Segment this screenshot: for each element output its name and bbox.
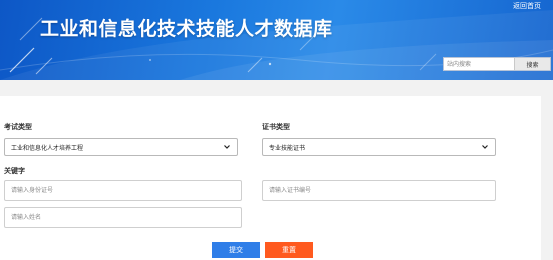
cert-type-select[interactable]: 专业技能证书: [262, 138, 496, 156]
cert-type-label: 证书类型: [262, 123, 290, 131]
exam-type-select[interactable]: 工业和信息化人才培养工程: [4, 138, 238, 156]
chevron-down-icon: [482, 145, 488, 149]
query-form-panel: [0, 96, 541, 260]
cert-type-value: 专业技能证书: [269, 144, 306, 152]
search-button[interactable]: 搜索: [514, 58, 550, 70]
site-search: 搜索: [443, 57, 551, 71]
search-input[interactable]: [444, 58, 514, 70]
chevron-down-icon: [224, 145, 230, 149]
name-input[interactable]: [4, 207, 242, 228]
cert-number-input[interactable]: [262, 180, 496, 201]
id-number-input[interactable]: [4, 180, 242, 201]
reset-button[interactable]: 重置: [265, 242, 313, 258]
keyword-label: 关键字: [4, 167, 25, 175]
header-banner: 工业和信息化技术技能人才数据库 返回首页 搜索: [0, 0, 553, 80]
home-link[interactable]: 返回首页: [513, 1, 541, 11]
exam-type-value: 工业和信息化人才培养工程: [11, 144, 84, 152]
submit-button[interactable]: 提交: [212, 242, 260, 258]
exam-type-label: 考试类型: [4, 123, 32, 131]
page-title: 工业和信息化技术技能人才数据库: [40, 18, 333, 40]
